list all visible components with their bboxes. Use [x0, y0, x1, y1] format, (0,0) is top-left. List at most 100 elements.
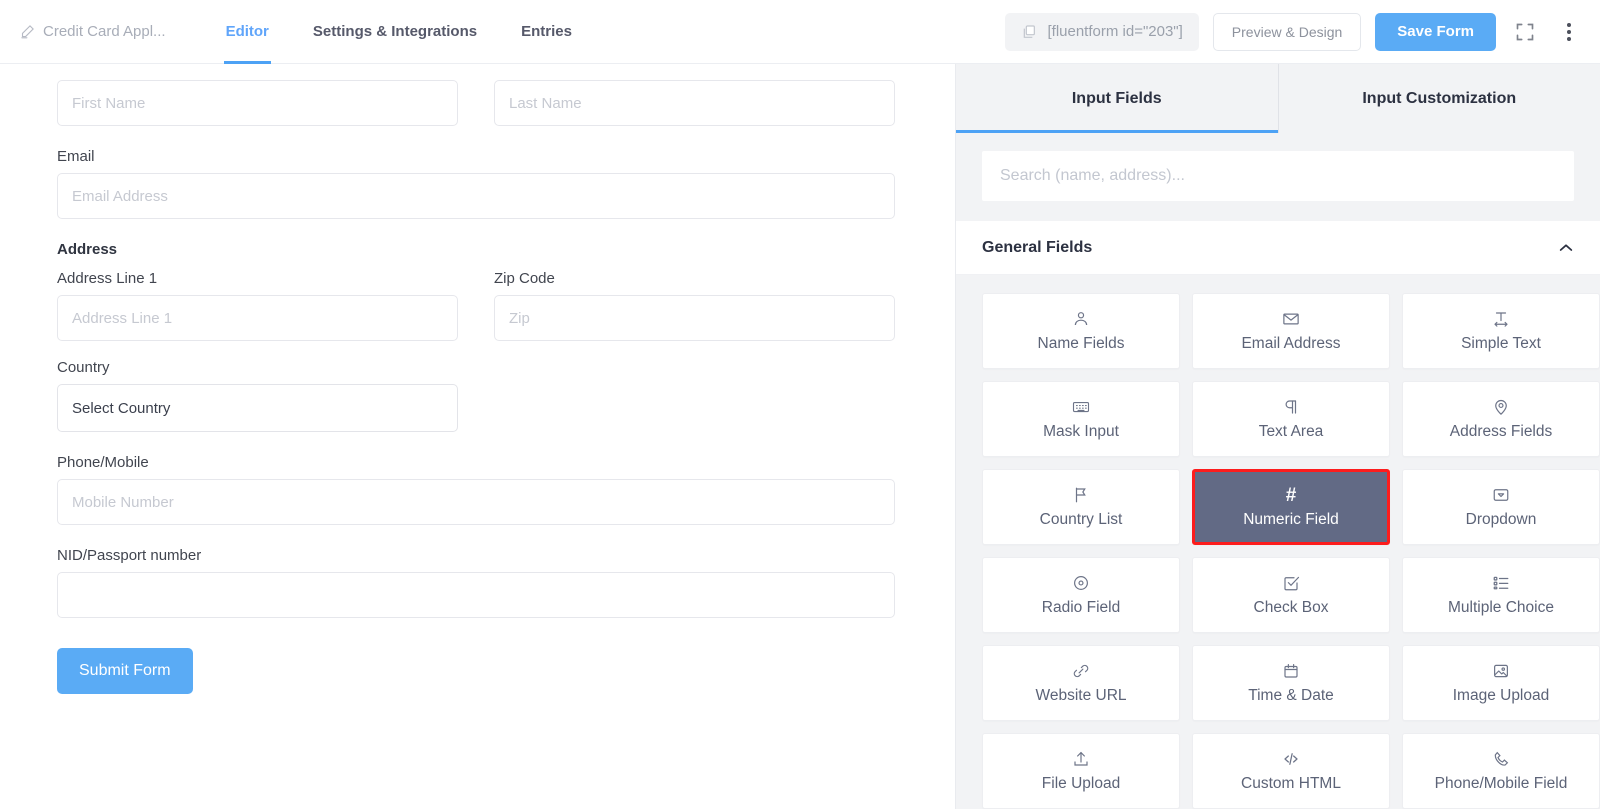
- dropdown-icon: [1492, 485, 1510, 505]
- field-card-label: Phone/Mobile Field: [1434, 775, 1568, 792]
- tab-entries[interactable]: Entries: [499, 0, 594, 64]
- envelope-icon: [1282, 309, 1300, 329]
- field-card-text-area[interactable]: Text Area: [1192, 381, 1390, 457]
- field-card-label: File Upload: [1041, 775, 1121, 792]
- general-fields-title: General Fields: [982, 238, 1093, 256]
- search-container: [956, 133, 1600, 221]
- tab-settings-label: Settings & Integrations: [312, 23, 478, 40]
- field-card-file-upload[interactable]: File Upload: [982, 733, 1180, 809]
- field-card-label: Image Upload: [1452, 687, 1550, 704]
- top-toolbar: Credit Card Appl... Editor Settings & In…: [0, 0, 1600, 64]
- main-nav-tabs: Editor Settings & Integrations Entries: [204, 0, 594, 64]
- panel-tab-input-fields-label: Input Fields: [1071, 89, 1162, 107]
- tab-editor-label: Editor: [225, 23, 269, 40]
- kebab-menu-icon[interactable]: [1554, 17, 1584, 47]
- field-card-label: Address Fields: [1449, 423, 1553, 440]
- submit-form-button[interactable]: Submit Form: [57, 648, 193, 694]
- paragraph-icon: [1282, 397, 1300, 417]
- field-card-label: Website URL: [1035, 687, 1127, 704]
- tab-editor[interactable]: Editor: [204, 0, 291, 64]
- toolbar-actions: [fluentform id="203"] Preview & Design S…: [1005, 12, 1584, 51]
- chevron-up-icon: [1558, 240, 1574, 256]
- field-card-label: Name Fields: [1037, 335, 1125, 352]
- tab-entries-label: Entries: [521, 23, 572, 40]
- first-name-group: [57, 80, 458, 126]
- field-card-name-fields[interactable]: Name Fields: [982, 293, 1180, 369]
- search-input[interactable]: [982, 151, 1574, 201]
- text-width-icon: [1492, 309, 1510, 329]
- link-icon: [1072, 661, 1090, 681]
- field-card-label: Custom HTML: [1241, 775, 1341, 792]
- user-icon: [1072, 309, 1090, 329]
- hash-icon: #: [1285, 484, 1297, 506]
- panel-tabs: Input Fields Input Customization: [956, 64, 1600, 133]
- pencil-icon: [20, 24, 35, 39]
- field-card-numeric-field[interactable]: # Numeric Field: [1192, 469, 1390, 545]
- calendar-icon: [1282, 661, 1300, 681]
- field-card-label: Dropdown: [1465, 511, 1537, 528]
- field-card-label: Check Box: [1253, 599, 1329, 616]
- shortcode-field[interactable]: [fluentform id="203"]: [1005, 12, 1199, 51]
- field-card-phone-mobile-field[interactable]: Phone/Mobile Field: [1402, 733, 1600, 809]
- field-card-label: Text Area: [1258, 423, 1324, 440]
- field-card-website-url[interactable]: Website URL: [982, 645, 1180, 721]
- phone-group: Phone/Mobile: [57, 454, 895, 525]
- field-card-country-list[interactable]: Country List: [982, 469, 1180, 545]
- field-card-email-address[interactable]: Email Address: [1192, 293, 1390, 369]
- address-row: Address Line 1 Zip Code: [57, 270, 895, 341]
- phone-icon: [1492, 749, 1510, 769]
- field-card-check-box[interactable]: Check Box: [1192, 557, 1390, 633]
- field-card-simple-text[interactable]: Simple Text: [1402, 293, 1600, 369]
- first-name-input[interactable]: [57, 80, 458, 126]
- form-title[interactable]: Credit Card Appl...: [20, 23, 166, 40]
- field-card-multiple-choice[interactable]: Multiple Choice: [1402, 557, 1600, 633]
- input-fields-panel: Input Fields Input Customization General…: [956, 64, 1600, 809]
- field-card-label: Mask Input: [1043, 423, 1119, 440]
- panel-tab-input-customization-label: Input Customization: [1362, 89, 1517, 107]
- address-line1-group: Address Line 1: [57, 270, 458, 341]
- email-input[interactable]: [57, 173, 895, 219]
- field-type-grid: Name Fields Email Address Simple Text Ma…: [956, 275, 1600, 809]
- last-name-group: [494, 80, 895, 126]
- save-form-button[interactable]: Save Form: [1375, 12, 1496, 51]
- shortcode-text: [fluentform id="203"]: [1047, 23, 1183, 40]
- zip-code-label: Zip Code: [494, 270, 555, 287]
- field-card-radio-field[interactable]: Radio Field: [982, 557, 1180, 633]
- field-card-label: Time & Date: [1248, 687, 1334, 704]
- form-editor-canvas: Email Address Address Line 1 Zip Code Co…: [0, 64, 956, 809]
- last-name-input[interactable]: [494, 80, 895, 126]
- field-card-custom-html[interactable]: Custom HTML: [1192, 733, 1390, 809]
- nid-group: NID/Passport number: [57, 547, 895, 618]
- field-card-dropdown[interactable]: Dropdown: [1402, 469, 1600, 545]
- panel-tab-input-fields[interactable]: Input Fields: [956, 64, 1279, 133]
- address-line1-input[interactable]: [57, 295, 458, 341]
- zip-code-input[interactable]: [494, 295, 895, 341]
- expand-icon[interactable]: [1510, 17, 1540, 47]
- tab-settings-integrations[interactable]: Settings & Integrations: [291, 0, 499, 64]
- checkbox-icon: [1282, 573, 1300, 593]
- country-select[interactable]: Select Country: [57, 384, 458, 432]
- phone-input[interactable]: [57, 479, 895, 525]
- panel-tab-input-customization[interactable]: Input Customization: [1278, 64, 1600, 133]
- country-select-value: Select Country: [72, 399, 171, 417]
- name-fields-row: [57, 80, 895, 126]
- general-fields-group-header[interactable]: General Fields: [956, 221, 1600, 275]
- keyboard-icon: [1072, 397, 1090, 417]
- field-card-label: Numeric Field: [1243, 511, 1339, 528]
- field-card-image-upload[interactable]: Image Upload: [1402, 645, 1600, 721]
- field-card-address-fields[interactable]: Address Fields: [1402, 381, 1600, 457]
- code-icon: [1282, 749, 1300, 769]
- upload-icon: [1072, 749, 1090, 769]
- field-card-mask-input[interactable]: Mask Input: [982, 381, 1180, 457]
- list-icon: [1492, 573, 1510, 593]
- flag-icon: [1072, 485, 1090, 505]
- email-label: Email: [57, 148, 95, 165]
- copy-icon: [1021, 24, 1037, 40]
- phone-label: Phone/Mobile: [57, 454, 149, 471]
- nid-input[interactable]: [57, 572, 895, 618]
- field-card-time-date[interactable]: Time & Date: [1192, 645, 1390, 721]
- field-card-label: Simple Text: [1461, 335, 1541, 352]
- nid-label: NID/Passport number: [57, 547, 202, 564]
- image-icon: [1492, 661, 1510, 681]
- preview-design-button[interactable]: Preview & Design: [1212, 12, 1362, 51]
